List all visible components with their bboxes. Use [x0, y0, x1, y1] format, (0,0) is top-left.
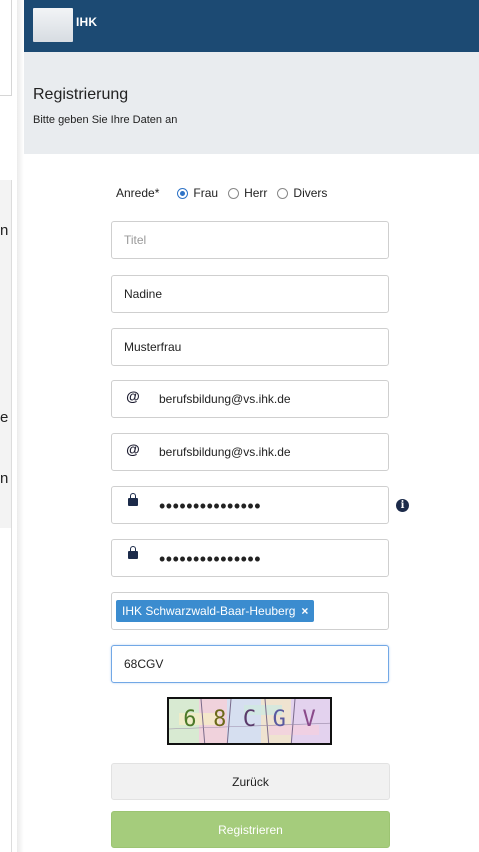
modal-header: Registrierung Bitte geben Sie Ihre Daten…	[24, 52, 479, 154]
radio-unchecked-icon[interactable]	[228, 187, 240, 199]
email-confirm-field[interactable]: @ berufsbildung@vs.ihk.de	[111, 433, 389, 471]
captcha-char: 6	[183, 707, 197, 732]
first-name-field[interactable]: Nadine	[111, 275, 389, 313]
page-subtitle: Bitte geben Sie Ihre Daten an	[33, 114, 178, 126]
background-text-fragment: n	[0, 222, 9, 239]
chamber-select[interactable]: IHK Schwarzwald-Baar-Heuberg ×	[111, 592, 389, 630]
title-placeholder: Titel	[124, 233, 147, 247]
lock-icon	[124, 546, 142, 559]
radio-checked-icon[interactable]	[177, 187, 189, 199]
radio-option-frau[interactable]: Frau	[177, 186, 218, 200]
captcha-image: 6 8 C G V	[167, 697, 332, 745]
salutation-label: Anrede*	[116, 186, 160, 200]
top-bar: IHK	[24, 0, 479, 52]
radio-option-herr[interactable]: Herr	[228, 186, 267, 200]
first-name-value: Nadine	[124, 287, 163, 301]
password-confirm-value: •••••••••••••••	[159, 548, 262, 569]
password-confirm-field[interactable]: •••••••••••••••	[111, 539, 389, 577]
title-field[interactable]: Titel	[111, 221, 389, 259]
back-button[interactable]: Zurück	[111, 763, 390, 800]
register-button[interactable]: Registrieren	[111, 811, 390, 848]
captcha-input[interactable]: 68CGV	[111, 645, 389, 683]
background-text-fragment: e	[0, 409, 9, 426]
info-icon[interactable]: i	[396, 499, 409, 512]
remove-tag-icon[interactable]: ×	[301, 604, 308, 618]
password-field[interactable]: •••••••••••••••	[111, 486, 389, 524]
lock-icon	[124, 493, 142, 506]
page-title: Registrierung	[33, 86, 129, 103]
at-icon: @	[126, 441, 140, 457]
ihk-logo[interactable]: IHK	[33, 8, 108, 42]
captcha-char: G	[272, 707, 286, 732]
modal-shadow	[17, 0, 24, 852]
radio-label-herr: Herr	[244, 186, 268, 200]
captcha-char: V	[302, 707, 316, 732]
background-page: n e n	[0, 0, 24, 852]
email-confirm-value: berufsbildung@vs.ihk.de	[159, 445, 291, 459]
email-field[interactable]: @ berufsbildung@vs.ihk.de	[111, 380, 389, 418]
logo-text: IHK	[76, 15, 98, 29]
last-name-field[interactable]: Musterfrau	[111, 328, 389, 366]
logo-mark	[33, 8, 73, 42]
background-panel-top	[0, 0, 12, 96]
captcha-input-value: 68CGV	[124, 657, 164, 671]
captcha-characters: 6 8 C G V	[169, 707, 330, 732]
radio-unchecked-icon[interactable]	[277, 187, 289, 199]
last-name-value: Musterfrau	[124, 340, 182, 354]
background-panel-bottom	[0, 528, 12, 852]
chamber-tag-label: IHK Schwarzwald-Baar-Heuberg	[122, 604, 296, 618]
captcha-char: C	[242, 707, 257, 732]
salutation-group: Anrede* Frau Herr Divers	[116, 186, 327, 200]
captcha-char: 8	[213, 707, 227, 732]
radio-label-divers: Divers	[293, 186, 328, 200]
registration-modal: IHK Registrierung Bitte geben Sie Ihre D…	[24, 0, 479, 852]
password-value: •••••••••••••••	[159, 495, 262, 516]
chamber-tag: IHK Schwarzwald-Baar-Heuberg ×	[116, 600, 315, 622]
at-icon: @	[126, 388, 140, 404]
background-text-fragment: n	[0, 470, 9, 487]
email-value: berufsbildung@vs.ihk.de	[159, 392, 291, 406]
radio-label-frau: Frau	[193, 186, 219, 200]
radio-option-divers[interactable]: Divers	[277, 186, 327, 200]
